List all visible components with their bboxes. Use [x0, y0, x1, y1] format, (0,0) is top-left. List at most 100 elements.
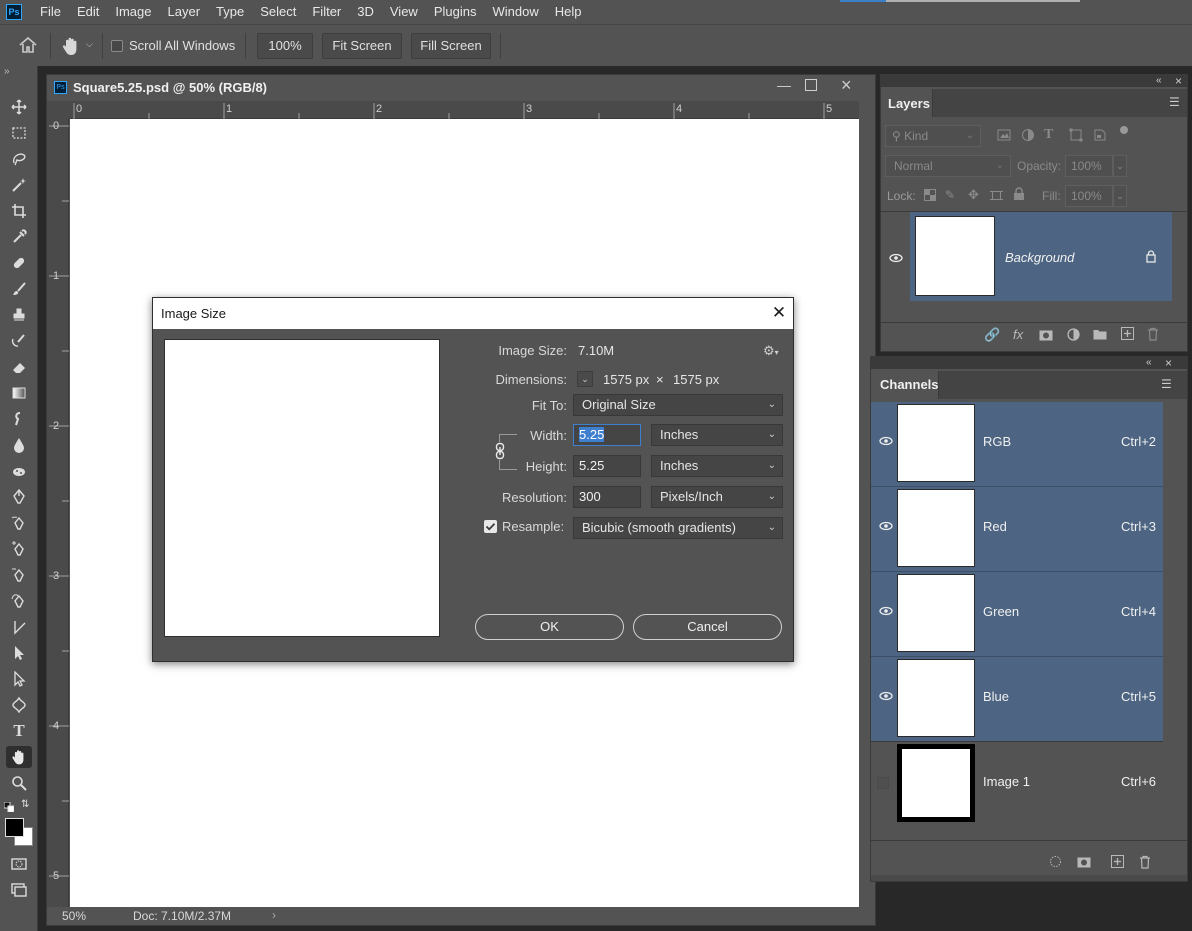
type-tool-icon[interactable]: T — [6, 720, 32, 742]
clone-stamp-tool-icon[interactable] — [6, 304, 32, 326]
delete-channel-icon[interactable] — [1139, 855, 1151, 869]
scroll-all-windows-checkbox[interactable] — [111, 40, 123, 52]
height-unit-select[interactable]: Inches ⌄ — [651, 455, 783, 477]
direct-selection-tool-icon[interactable] — [6, 668, 32, 690]
quick-mask-icon[interactable] — [6, 853, 32, 875]
channel-row-green[interactable]: Green Ctrl+4 — [871, 572, 1163, 656]
horizontal-ruler[interactable]: 0 1 2 3 4 5 — [69, 101, 859, 119]
menu-edit[interactable]: Edit — [69, 0, 107, 24]
gear-icon[interactable]: ⚙▾ — [763, 343, 779, 359]
menu-file[interactable]: File — [32, 0, 69, 24]
delete-layer-icon[interactable] — [1147, 327, 1159, 341]
path-selection-tool-icon[interactable] — [6, 642, 32, 664]
add-anchor-point-tool-icon[interactable] — [6, 538, 32, 560]
eye-icon[interactable] — [879, 606, 893, 620]
height-input[interactable]: 5.25 — [573, 455, 641, 477]
healing-brush-tool-icon[interactable] — [6, 252, 32, 274]
ok-button[interactable]: OK — [475, 614, 624, 640]
resample-select[interactable]: Bicubic (smooth gradients) ⌄ — [573, 517, 783, 539]
brush-tool-icon[interactable] — [6, 278, 32, 300]
shape-layer-filter-icon[interactable] — [1069, 128, 1083, 142]
filter-kind-select[interactable]: ⚲ Kind ⌄ — [885, 125, 981, 147]
vertical-ruler[interactable]: 0 1 2 3 4 5 — [47, 119, 69, 909]
link-proportions-icon[interactable] — [493, 442, 507, 460]
chevron-down-icon[interactable]: ⌄ — [1113, 185, 1127, 207]
close-panel-icon[interactable]: × — [1175, 74, 1182, 88]
lock-transparent-pixels-icon[interactable] — [924, 189, 936, 201]
default-colors-icon[interactable] — [3, 800, 15, 813]
home-icon[interactable] — [18, 36, 38, 54]
crop-tool-icon[interactable] — [6, 200, 32, 222]
minimize-icon[interactable]: — — [777, 77, 791, 95]
eyedropper-tool-icon[interactable] — [6, 226, 32, 248]
chevron-down-icon[interactable]: ⌵ — [86, 39, 93, 50]
ruler-origin[interactable] — [47, 101, 69, 119]
opacity-field[interactable]: 100% — [1065, 155, 1113, 177]
menu-3d[interactable]: 3D — [349, 0, 382, 24]
screen-mode-icon[interactable] — [6, 879, 32, 901]
new-fill-adjustment-icon[interactable] — [1067, 328, 1080, 341]
delete-anchor-point-tool-icon[interactable] — [6, 564, 32, 586]
panel-menu-icon[interactable]: ☰ — [1169, 95, 1180, 109]
channel-row-red[interactable]: Red Ctrl+3 — [871, 487, 1163, 571]
collapse-panel-icon[interactable]: « — [1156, 75, 1162, 86]
channel-row-image-1[interactable]: Image 1 Ctrl+6 — [871, 742, 1163, 826]
menu-filter[interactable]: Filter — [304, 0, 349, 24]
visibility-toggle[interactable] — [877, 777, 889, 789]
blur-tool-icon[interactable] — [6, 408, 32, 430]
close-document-icon[interactable]: × — [841, 75, 857, 95]
eye-icon[interactable] — [879, 436, 893, 450]
curvature-pen-tool-icon[interactable] — [6, 590, 32, 612]
new-group-icon[interactable] — [1093, 328, 1107, 340]
filter-toggle-icon[interactable] — [1120, 126, 1128, 134]
freeform-pen-tool-icon[interactable] — [6, 512, 32, 534]
width-input[interactable]: 5.25 — [573, 424, 641, 446]
custom-shape-tool-icon[interactable] — [6, 694, 32, 716]
close-panel-icon[interactable]: × — [1165, 356, 1172, 370]
lasso-tool-icon[interactable] — [6, 148, 32, 170]
tab-layers[interactable]: Layers — [881, 89, 933, 117]
lock-position-icon[interactable]: ✥ — [968, 187, 979, 203]
fill-field[interactable]: 100% — [1065, 185, 1113, 207]
chevron-right-icon[interactable]: › — [272, 908, 276, 922]
zoom-tool-icon[interactable] — [6, 772, 32, 794]
hand-tool-preset-icon[interactable] — [60, 35, 82, 57]
lock-image-pixels-icon[interactable]: ✎ — [945, 188, 955, 202]
save-selection-as-channel-icon[interactable] — [1077, 856, 1091, 868]
lock-artboard-icon[interactable] — [990, 189, 1003, 202]
expand-toolbar-icon[interactable]: » — [4, 66, 10, 77]
zoom-level[interactable]: 50% — [62, 909, 86, 923]
dodge-tool-icon[interactable] — [6, 434, 32, 456]
cancel-button[interactable]: Cancel — [633, 614, 782, 640]
history-brush-tool-icon[interactable] — [6, 330, 32, 352]
menu-window[interactable]: Window — [484, 0, 546, 24]
layer-style-icon[interactable]: fx — [1013, 327, 1023, 342]
move-tool-icon[interactable] — [6, 96, 32, 118]
panel-menu-icon[interactable]: ☰ — [1161, 377, 1172, 391]
resolution-unit-select[interactable]: Pixels/Inch ⌄ — [651, 486, 783, 508]
eye-icon[interactable] — [879, 691, 893, 705]
dimensions-unit-dropdown[interactable]: ⌄ — [577, 371, 593, 387]
fit-to-select[interactable]: Original Size ⌄ — [573, 394, 783, 416]
menu-image[interactable]: Image — [107, 0, 159, 24]
channel-row-blue[interactable]: Blue Ctrl+5 — [871, 657, 1163, 741]
menu-type[interactable]: Type — [208, 0, 252, 24]
chevron-down-icon[interactable]: ⌄ — [1113, 155, 1127, 177]
link-layers-icon[interactable]: 🔗 — [984, 327, 1000, 343]
foreground-color-swatch[interactable] — [5, 818, 24, 837]
close-dialog-icon[interactable]: ✕ — [769, 303, 789, 323]
gradient-tool-icon[interactable] — [6, 382, 32, 404]
menu-plugins[interactable]: Plugins — [426, 0, 485, 24]
width-unit-select[interactable]: Inches ⌄ — [651, 424, 783, 446]
pen-tool-icon[interactable] — [6, 486, 32, 508]
sponge-tool-icon[interactable] — [6, 460, 32, 482]
collapse-panel-icon[interactable]: « — [1146, 357, 1152, 368]
new-channel-icon[interactable] — [1111, 855, 1124, 868]
smart-object-filter-icon[interactable] — [1093, 128, 1107, 142]
fill-screen-button[interactable]: Fill Screen — [411, 33, 491, 59]
pixel-layer-filter-icon[interactable] — [997, 128, 1011, 142]
eye-icon[interactable] — [889, 252, 903, 266]
hand-tool-icon[interactable] — [6, 746, 32, 768]
lock-all-icon[interactable] — [1013, 187, 1025, 201]
layer-name[interactable]: Background — [1005, 250, 1074, 265]
